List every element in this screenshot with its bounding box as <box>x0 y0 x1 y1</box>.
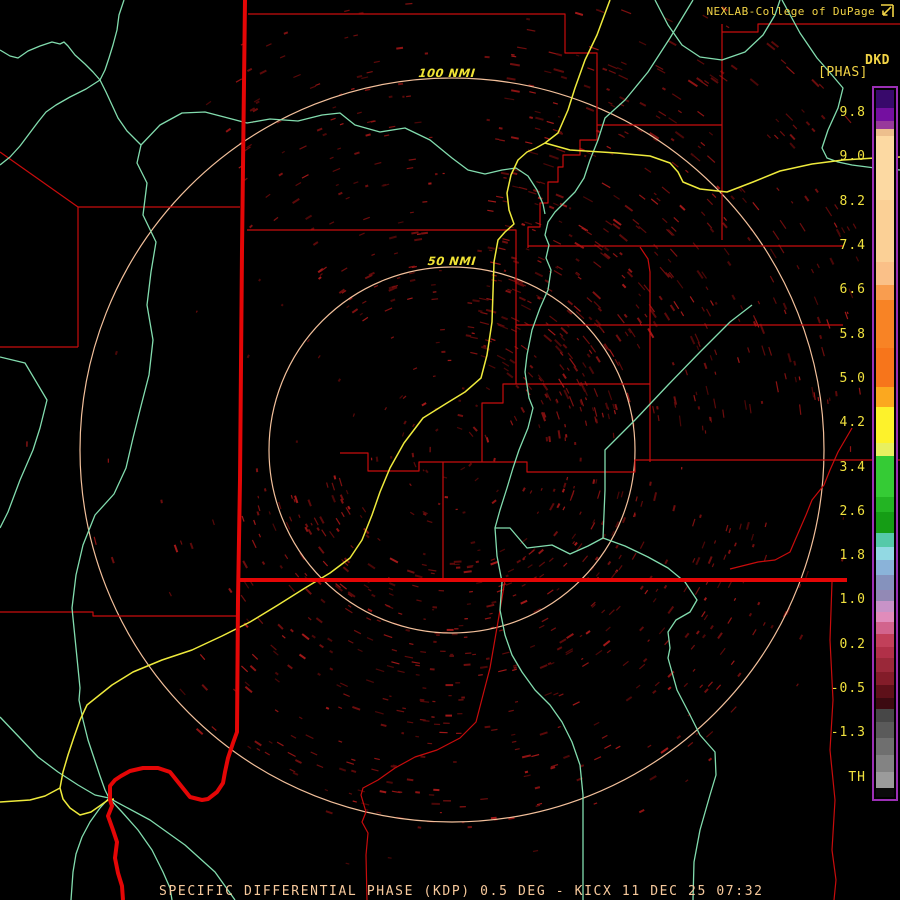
colorbar-segment <box>876 658 894 672</box>
colorbar-tick: 7.4 <box>840 238 866 253</box>
colorbar-segment <box>876 262 894 285</box>
highway-lines <box>0 0 900 815</box>
colorbar-tick: -1.3 <box>831 725 866 740</box>
colorbar-segment <box>876 672 894 685</box>
colorbar-segment <box>876 738 894 755</box>
colorbar-segment <box>876 772 894 788</box>
colorbar-segment <box>876 547 894 560</box>
colorbar-segment <box>876 685 894 698</box>
colorbar-segment <box>876 108 894 121</box>
colorbar-segment <box>876 601 894 612</box>
colorbar-segment <box>876 456 894 497</box>
colorbar-tick: 9.8 <box>840 105 866 120</box>
colorbar-tick: 4.2 <box>840 415 866 430</box>
colorbar-units-label: [PHAS] <box>818 65 868 80</box>
pointer-icon <box>879 3 895 19</box>
colorbar-segment <box>876 722 894 738</box>
colorbar-tick: 1.0 <box>840 592 866 607</box>
colorbar-segment <box>876 285 894 300</box>
colorbar-segment <box>876 755 894 772</box>
state-border-lines <box>108 0 847 900</box>
colorbar-tick: 3.4 <box>840 460 866 475</box>
colorbar-segment <box>876 634 894 647</box>
station-code: DKD <box>865 53 890 68</box>
colorbar-segment <box>876 709 894 722</box>
range-rings <box>80 78 824 822</box>
river-lines <box>0 0 900 900</box>
colorbar-segment <box>876 622 894 634</box>
colorbar-tick: 1.8 <box>840 548 866 563</box>
colorbar-segment <box>876 121 894 129</box>
colorbar-segment <box>876 200 894 262</box>
colorbar-segment <box>876 560 894 575</box>
colorbar-segment <box>876 533 894 547</box>
county-border-lines <box>0 14 900 900</box>
colorbar-segment <box>876 387 894 407</box>
colorbar-segment <box>876 590 894 601</box>
colorbar-tick: 2.6 <box>840 504 866 519</box>
colorbar-gradient <box>876 90 894 797</box>
colorbar-tick: 5.8 <box>840 327 866 342</box>
colorbar-tick: 0.2 <box>840 637 866 652</box>
colorbar-segment <box>876 647 894 658</box>
radar-map <box>0 0 900 900</box>
colorbar-tick: -0.5 <box>831 681 866 696</box>
colorbar-segment <box>876 348 894 387</box>
colorbar <box>872 86 898 801</box>
brand-text: NEXLAB-College of DuPage <box>706 5 875 18</box>
colorbar-segment <box>876 136 894 200</box>
colorbar-segment <box>876 497 894 512</box>
colorbar-segment <box>876 129 894 136</box>
colorbar-segment <box>876 612 894 622</box>
colorbar-segment <box>876 575 894 590</box>
colorbar-segment <box>876 90 894 108</box>
radar-display: NEXLAB-College of DuPage DKD [PHAS] 9.8 9… <box>0 0 900 900</box>
colorbar-segment <box>876 300 894 348</box>
colorbar-tick: 6.6 <box>840 282 866 297</box>
range-ring-label: 100 NMI <box>418 66 476 80</box>
range-ring-label: 50 NMI <box>427 254 477 268</box>
colorbar-tick: 9.0 <box>840 149 866 164</box>
product-title: SPECIFIC DIFFERENTIAL PHASE (KDP) 0.5 DE… <box>159 884 764 899</box>
colorbar-tick: 5.0 <box>840 371 866 386</box>
colorbar-tick: 8.2 <box>840 194 866 209</box>
colorbar-segment <box>876 407 894 443</box>
colorbar-segment <box>876 443 894 456</box>
colorbar-segment <box>876 512 894 533</box>
colorbar-tick: TH <box>848 770 866 785</box>
colorbar-segment <box>876 698 894 709</box>
colorbar-segment <box>876 788 894 797</box>
